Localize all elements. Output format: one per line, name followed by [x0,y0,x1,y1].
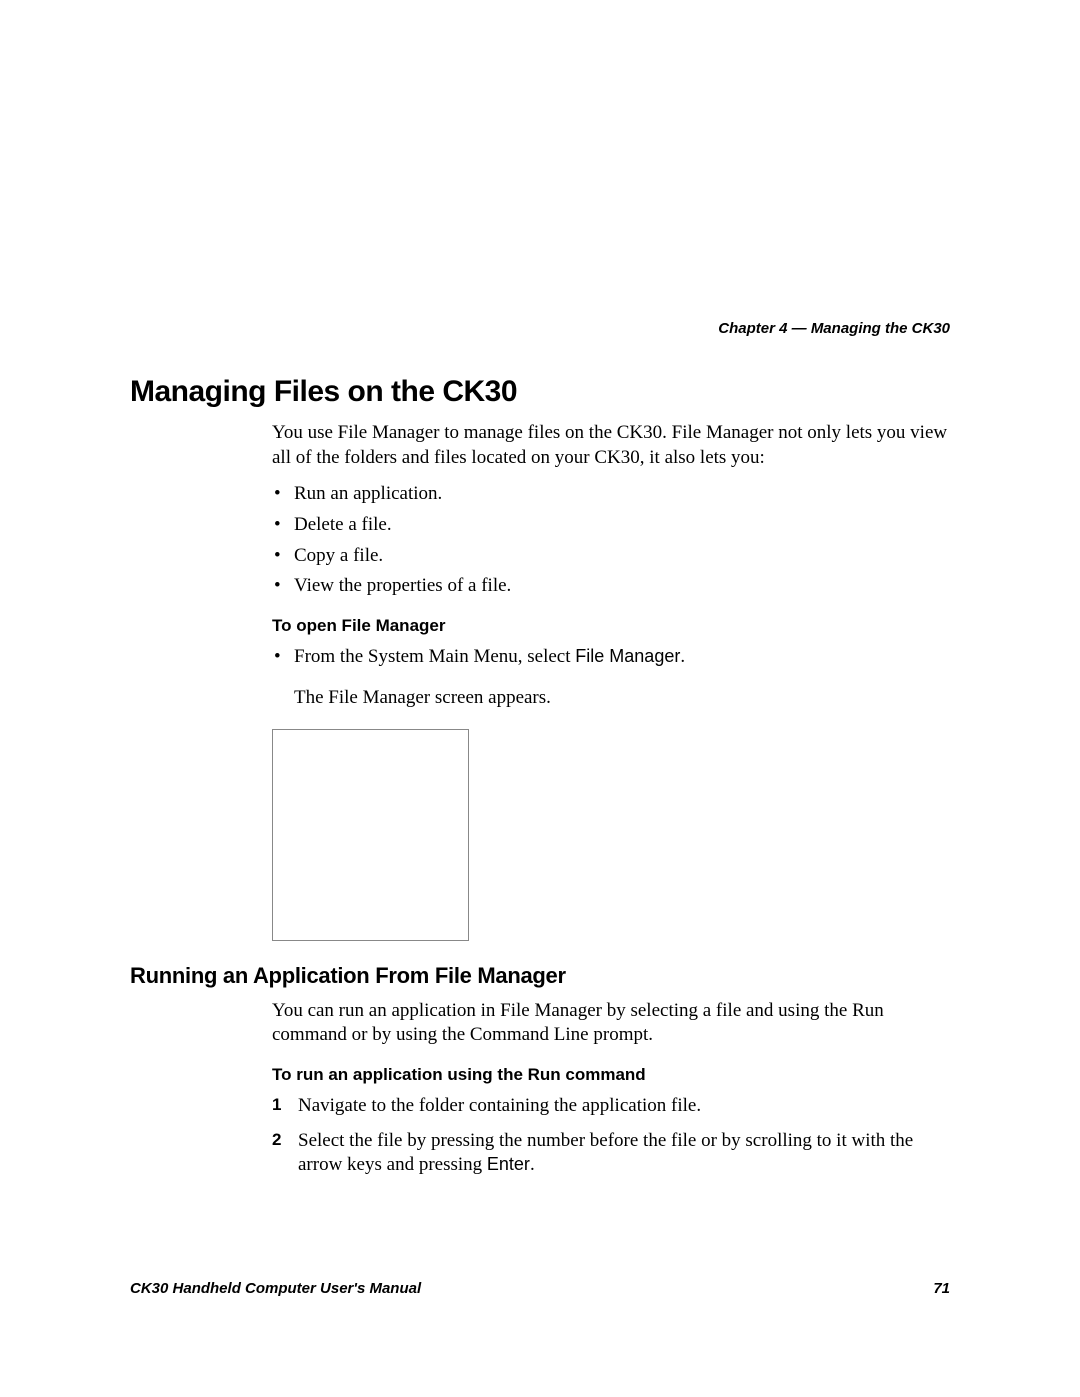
step-text: Select the file by pressing the number b… [298,1130,913,1176]
step-text-prefix: From the System Main Menu, select [294,646,575,667]
list-item: Delete a file. [272,513,950,538]
section2-subhead: To run an application using the Run comm… [272,1064,950,1086]
section2-body: You can run an application in File Manag… [272,999,950,1179]
section1-bullet-list: Run an application. Delete a file. Copy … [272,482,950,599]
section-heading-2: Running an Application From File Manager [130,963,950,989]
step-number: 1 [272,1094,281,1116]
section-heading-1: Managing Files on the CK30 [130,375,950,409]
page-footer: CK30 Handheld Computer User's Manual 71 [130,1280,950,1297]
step-number: 2 [272,1129,281,1151]
list-item: View the properties of a file. [272,574,950,599]
section1-subhead: To open File Manager [272,615,950,637]
chapter-header: Chapter 4 — Managing the CK30 [130,320,950,337]
key-name: Enter [487,1154,530,1174]
footer-title: CK30 Handheld Computer User's Manual [130,1280,421,1297]
section1-step-list: From the System Main Menu, select File M… [272,645,950,670]
screenshot-placeholder [272,729,469,941]
section1-body: You use File Manager to manage files on … [272,421,950,941]
step-text-suffix: . [530,1154,535,1175]
list-item: Copy a file. [272,544,950,569]
list-item: Run an application. [272,482,950,507]
document-page: Chapter 4 — Managing the CK30 Managing F… [0,0,1080,1178]
list-item: 1 Navigate to the folder containing the … [272,1094,950,1119]
page-number: 71 [933,1280,950,1297]
step-text-suffix: . [680,646,685,667]
section2-steps: 1 Navigate to the folder containing the … [272,1094,950,1178]
section2-intro: You can run an application in File Manag… [272,999,950,1048]
section1-intro: You use File Manager to manage files on … [272,421,950,470]
list-item: 2 Select the file by pressing the number… [272,1129,950,1178]
step-text: Navigate to the folder containing the ap… [298,1095,701,1116]
list-item: From the System Main Menu, select File M… [272,645,950,670]
menu-name: File Manager [575,646,680,666]
section1-result: The File Manager screen appears. [272,686,950,711]
